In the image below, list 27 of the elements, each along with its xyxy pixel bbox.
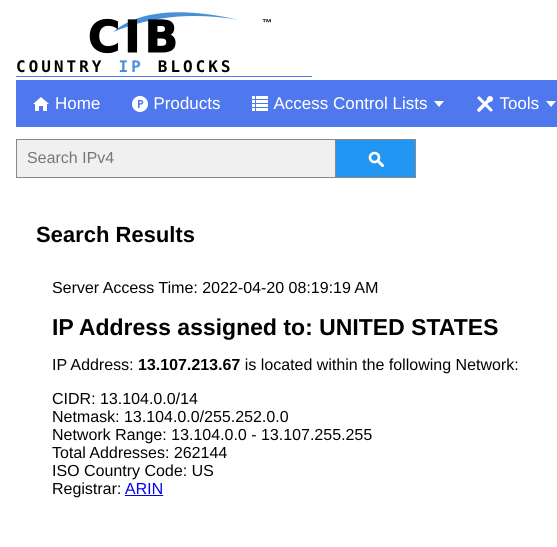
nav-link[interactable]: Tools	[460, 80, 557, 127]
circle-p-icon	[132, 96, 148, 112]
nav-link[interactable]: Products	[116, 80, 236, 127]
registrar-link[interactable]: ARIN	[124, 481, 164, 498]
search-button[interactable]	[336, 139, 416, 178]
access-time: Server Access Time: 2022-04-20 08:19:19 AM	[52, 280, 380, 298]
ip-address-line: IP Address: 13.107.213.67 is located within the following Network:	[52, 357, 520, 375]
tools-icon	[476, 94, 494, 112]
detail-line: Netmask: 13.104.0.0/255.252.0.0	[52, 409, 290, 427]
search-icon	[368, 150, 384, 166]
detail-line: CIDR: 13.104.0.0/14	[52, 391, 199, 409]
caret-icon	[546, 100, 556, 106]
logo-mark: CIB	[88, 16, 182, 60]
trademark: ™	[262, 18, 272, 29]
result-title: IP Address assigned to: UNITED STATES	[52, 314, 500, 341]
detail-line: Total Addresses: 262144	[52, 445, 228, 463]
logo-text: COUNTRY IP BLOCKS	[16, 58, 312, 77]
section-heading: Search Results	[36, 222, 196, 248]
home-icon	[32, 96, 50, 112]
search-field[interactable]: Search IPv4	[16, 139, 336, 178]
registrar-label: Registrar:	[52, 481, 122, 498]
nav-link[interactable]: Home	[16, 80, 116, 127]
caret-icon	[434, 100, 444, 106]
detail-line: Network Range: 13.104.0.0 - 13.107.255.255	[52, 427, 374, 445]
detail-line: ISO Country Code: US	[52, 463, 215, 481]
list-icon	[252, 96, 268, 111]
nav-link[interactable]: Access Control Lists	[236, 80, 460, 127]
